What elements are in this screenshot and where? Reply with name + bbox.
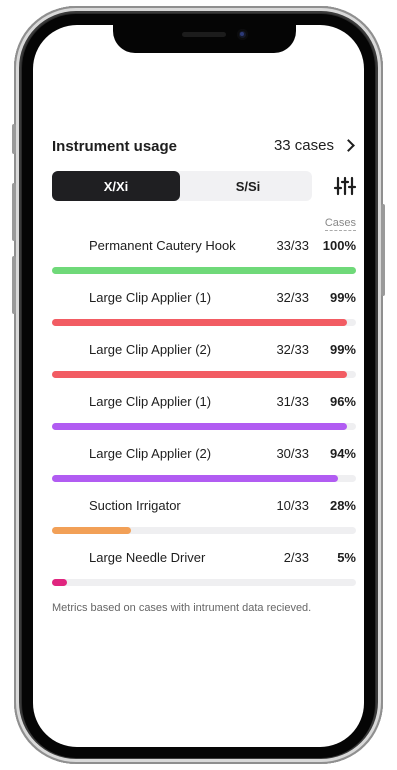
instrument-percent: 99% [329, 290, 356, 305]
usage-bar-track [52, 423, 356, 430]
sliders-icon[interactable] [333, 175, 357, 197]
instrument-case-count: 2/33 [283, 550, 309, 565]
volume-up-button [12, 183, 16, 241]
usage-bar-fill [52, 423, 347, 430]
instrument-row[interactable]: Large Needle Driver 2/33 5% [52, 550, 356, 602]
cases-column-header: Cases [324, 217, 356, 231]
usage-bar-fill [52, 579, 68, 586]
usage-bar-track [52, 267, 356, 274]
instrument-row[interactable]: Large Clip Applier (2) 32/33 99% [52, 342, 356, 394]
usage-bar-track [52, 319, 356, 326]
instrument-percent: 99% [329, 342, 356, 357]
usage-bar-fill [52, 319, 347, 326]
instrument-case-count: 32/33 [276, 342, 309, 357]
instrument-case-count: 33/33 [276, 238, 309, 253]
instrument-case-count: 30/33 [276, 446, 309, 461]
instrument-name: Large Clip Applier (2) [89, 342, 212, 357]
notch [113, 25, 296, 53]
power-button [381, 204, 385, 296]
instrument-percent: 5% [337, 550, 356, 565]
instrument-percent: 28% [329, 498, 356, 513]
card-header: Instrument usage 33 cases [52, 137, 356, 158]
card-title: Instrument usage [52, 138, 178, 155]
instrument-row[interactable]: Large Clip Applier (2) 30/33 94% [52, 446, 356, 498]
instrument-percent: 94% [329, 446, 356, 461]
instrument-percent: 96% [329, 394, 356, 409]
instrument-name: Large Clip Applier (2) [89, 446, 212, 461]
speaker [182, 32, 226, 37]
footnote: Metrics based on cases with intrument da… [52, 602, 312, 614]
silent-switch [12, 124, 16, 154]
instrument-name: Large Needle Driver [89, 550, 206, 565]
usage-bar-track [52, 475, 356, 482]
usage-bar-fill [52, 371, 347, 378]
chevron-right-icon [342, 139, 355, 152]
cases-count: 33 cases [273, 137, 334, 154]
instrument-case-count: 32/33 [276, 290, 309, 305]
usage-bar-fill [52, 527, 132, 534]
instrument-name: Suction Irrigator [89, 498, 181, 513]
instrument-row[interactable]: Permanent Cautery Hook 33/33 100% [52, 238, 356, 290]
cases-link[interactable]: 33 cases [274, 137, 356, 154]
segment-s-si[interactable]: S/Si [184, 171, 312, 201]
phone-screen: Instrument usage 33 cases X/Xi S/Si Case… [33, 25, 364, 747]
instrument-name: Large Clip Applier (1) [89, 394, 212, 409]
instrument-case-count: 31/33 [276, 394, 309, 409]
camera-icon [237, 29, 248, 40]
instrument-case-count: 10/33 [276, 498, 309, 513]
usage-bar-fill [52, 267, 356, 274]
instrument-percent: 100% [322, 238, 356, 253]
platform-segmented-control: X/Xi S/Si [52, 171, 312, 201]
usage-bar-track [52, 579, 356, 586]
instrument-name: Permanent Cautery Hook [89, 238, 236, 253]
usage-bar-track [52, 371, 356, 378]
segment-x-xi[interactable]: X/Xi [52, 171, 180, 201]
instrument-row[interactable]: Large Clip Applier (1) 31/33 96% [52, 394, 356, 446]
volume-down-button [12, 256, 16, 314]
usage-bar-fill [52, 475, 338, 482]
instrument-row[interactable]: Large Clip Applier (1) 32/33 99% [52, 290, 356, 342]
instrument-name: Large Clip Applier (1) [89, 290, 212, 305]
usage-bar-track [52, 527, 356, 534]
instrument-row[interactable]: Suction Irrigator 10/33 28% [52, 498, 356, 550]
